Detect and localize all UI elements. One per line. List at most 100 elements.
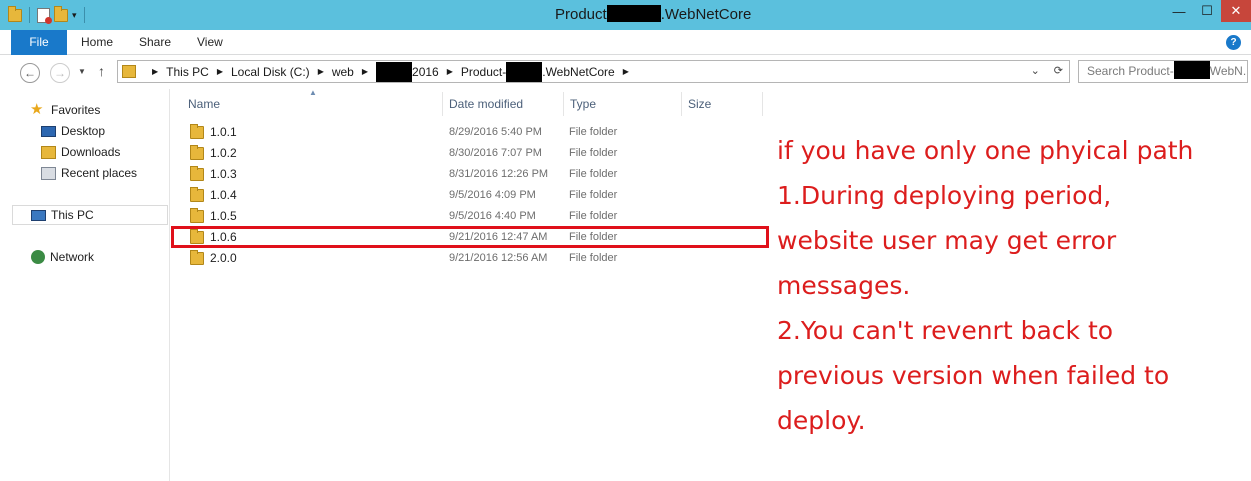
file-name: 1.0.3 — [210, 167, 237, 181]
breadcrumb-year-folder[interactable]: 2016 — [376, 61, 439, 82]
annotation-line: 2.You can't revenrt back to — [777, 316, 1114, 345]
file-date: 9/5/2016 4:09 PM — [449, 189, 536, 201]
file-name: 1.0.2 — [210, 146, 237, 160]
file-row[interactable]: 1.0.5 9/5/2016 4:40 PM File folder — [171, 206, 771, 227]
chevron-right-icon[interactable]: ▶ — [447, 67, 453, 76]
folder-icon — [190, 208, 204, 223]
window-controls: — ☐ ✕ — [1165, 0, 1251, 22]
chevron-right-icon[interactable]: ▶ — [217, 67, 223, 76]
file-row[interactable]: 1.0.2 8/30/2016 7:07 PM File folder — [171, 143, 771, 164]
file-name: 2.0.0 — [210, 251, 237, 265]
tab-view[interactable]: View — [197, 30, 223, 55]
file-type: File folder — [569, 189, 618, 201]
address-bar[interactable]: ▶ This PC ▶ Local Disk (C:) ▶ web ▶ 2016… — [117, 60, 1070, 83]
nav-this-pc-label: This PC — [51, 208, 94, 222]
annotation-text: if you have only one phyical path 1.Duri… — [777, 128, 1247, 443]
folder-icon — [190, 166, 204, 181]
file-row[interactable]: 2.0.0 9/21/2016 12:56 AM File folder — [171, 248, 771, 269]
breadcrumb-this-pc[interactable]: This PC — [166, 65, 209, 79]
file-row[interactable]: 1.0.3 8/31/2016 12:26 PM File folder — [171, 164, 771, 185]
redaction-bar — [376, 61, 413, 82]
breadcrumb-product-suffix: .WebNetCore — [542, 64, 615, 79]
tab-home[interactable]: Home — [81, 30, 113, 55]
search-placeholder-suffix: WebN... — [1209, 64, 1247, 78]
annotation-line: 1.During deploying period, — [777, 181, 1112, 210]
file-date: 9/5/2016 4:40 PM — [449, 210, 536, 222]
column-header-size[interactable]: Size — [682, 92, 763, 116]
chevron-right-icon[interactable]: ▶ — [623, 67, 629, 76]
folder-icon — [190, 250, 204, 265]
column-header-date[interactable]: Date modified — [443, 92, 564, 116]
folder-icon — [190, 124, 204, 139]
title-prefix: Product — [555, 6, 607, 23]
desktop-icon — [41, 125, 56, 137]
file-name: 1.0.1 — [210, 125, 237, 139]
divider — [83, 7, 85, 23]
quick-access-toolbar: ▾ — [8, 5, 88, 24]
tab-file[interactable]: File — [11, 30, 67, 55]
minimize-button[interactable]: — — [1165, 0, 1193, 22]
chevron-right-icon[interactable]: ▶ — [152, 67, 158, 76]
annotation-line: previous version when failed to — [777, 361, 1170, 390]
customize-dropdown-icon[interactable]: ▾ — [72, 10, 77, 21]
ribbon-tabs: File Home Share View ? — [0, 30, 1251, 55]
nav-desktop-label: Desktop — [61, 124, 106, 138]
annotation-line: if you have only one phyical path — [777, 136, 1194, 165]
file-date: 8/29/2016 5:40 PM — [449, 126, 542, 138]
properties-icon[interactable] — [37, 7, 52, 24]
file-type: File folder — [569, 147, 618, 159]
nav-downloads-label: Downloads — [61, 145, 121, 159]
divider — [29, 7, 30, 23]
help-icon[interactable]: ? — [1226, 35, 1241, 50]
new-folder-icon[interactable] — [54, 5, 68, 22]
file-type: File folder — [569, 126, 618, 138]
file-date: 9/21/2016 12:56 AM — [449, 252, 548, 264]
tab-share[interactable]: Share — [139, 30, 171, 55]
annotation-line: messages. — [777, 271, 911, 300]
breadcrumb-product-prefix: Product- — [460, 64, 507, 79]
network-icon — [31, 250, 45, 264]
file-date: 8/30/2016 7:07 PM — [449, 147, 542, 159]
address-history-dropdown-icon[interactable]: ⌄ — [1031, 64, 1040, 77]
breadcrumb-web[interactable]: web — [332, 65, 354, 79]
title-bar: ▾ Product .WebNetCore — ☐ ✕ — [0, 0, 1251, 30]
folder-icon — [190, 145, 204, 160]
folder-icon — [122, 65, 136, 78]
window-title: Product .WebNetCore — [555, 5, 751, 23]
nav-favorites-label: Favorites — [51, 103, 101, 117]
refresh-icon[interactable]: ⟳ — [1054, 64, 1063, 77]
breadcrumb-local-disk[interactable]: Local Disk (C:) — [231, 65, 310, 79]
chevron-right-icon[interactable]: ▶ — [318, 67, 324, 76]
back-button[interactable]: ← — [20, 63, 40, 83]
highlight-box — [171, 226, 769, 248]
recent-locations-icon[interactable]: ▼ — [78, 67, 86, 76]
file-row[interactable]: 1.0.1 8/29/2016 5:40 PM File folder — [171, 122, 771, 143]
breadcrumb-product[interactable]: Product- .WebNetCore — [460, 61, 615, 82]
breadcrumb-year-text: 2016 — [412, 64, 439, 79]
up-button[interactable]: ↑ — [98, 63, 105, 79]
file-type: File folder — [569, 252, 618, 264]
file-type: File folder — [569, 168, 618, 180]
column-header-type[interactable]: Type — [564, 92, 682, 116]
nav-network-label: Network — [50, 250, 95, 264]
navigation-pane: ★ Favorites Desktop Downloads Recent pla… — [0, 89, 170, 481]
nav-favorites[interactable]: ★ Favorites — [30, 100, 198, 120]
file-type: File folder — [569, 210, 618, 222]
annotation-line: website user may get error — [777, 226, 1117, 255]
nav-this-pc[interactable]: This PC — [12, 205, 168, 225]
redaction-bar — [606, 5, 661, 22]
search-input[interactable]: Search Product- WebN... — [1078, 60, 1248, 83]
downloads-icon — [41, 145, 56, 159]
column-header-name[interactable]: Name — [182, 92, 443, 116]
folder-icon — [8, 5, 22, 22]
computer-icon — [31, 209, 46, 221]
redaction-bar — [506, 61, 543, 82]
close-button[interactable]: ✕ — [1221, 0, 1251, 22]
nav-recent-label: Recent places — [61, 166, 138, 180]
chevron-right-icon[interactable]: ▶ — [362, 67, 368, 76]
recent-places-icon — [41, 166, 56, 180]
file-row[interactable]: 1.0.4 9/5/2016 4:09 PM File folder — [171, 185, 771, 206]
file-date: 8/31/2016 12:26 PM — [449, 168, 549, 180]
maximize-button[interactable]: ☐ — [1193, 0, 1221, 22]
forward-button[interactable]: → — [50, 63, 70, 83]
